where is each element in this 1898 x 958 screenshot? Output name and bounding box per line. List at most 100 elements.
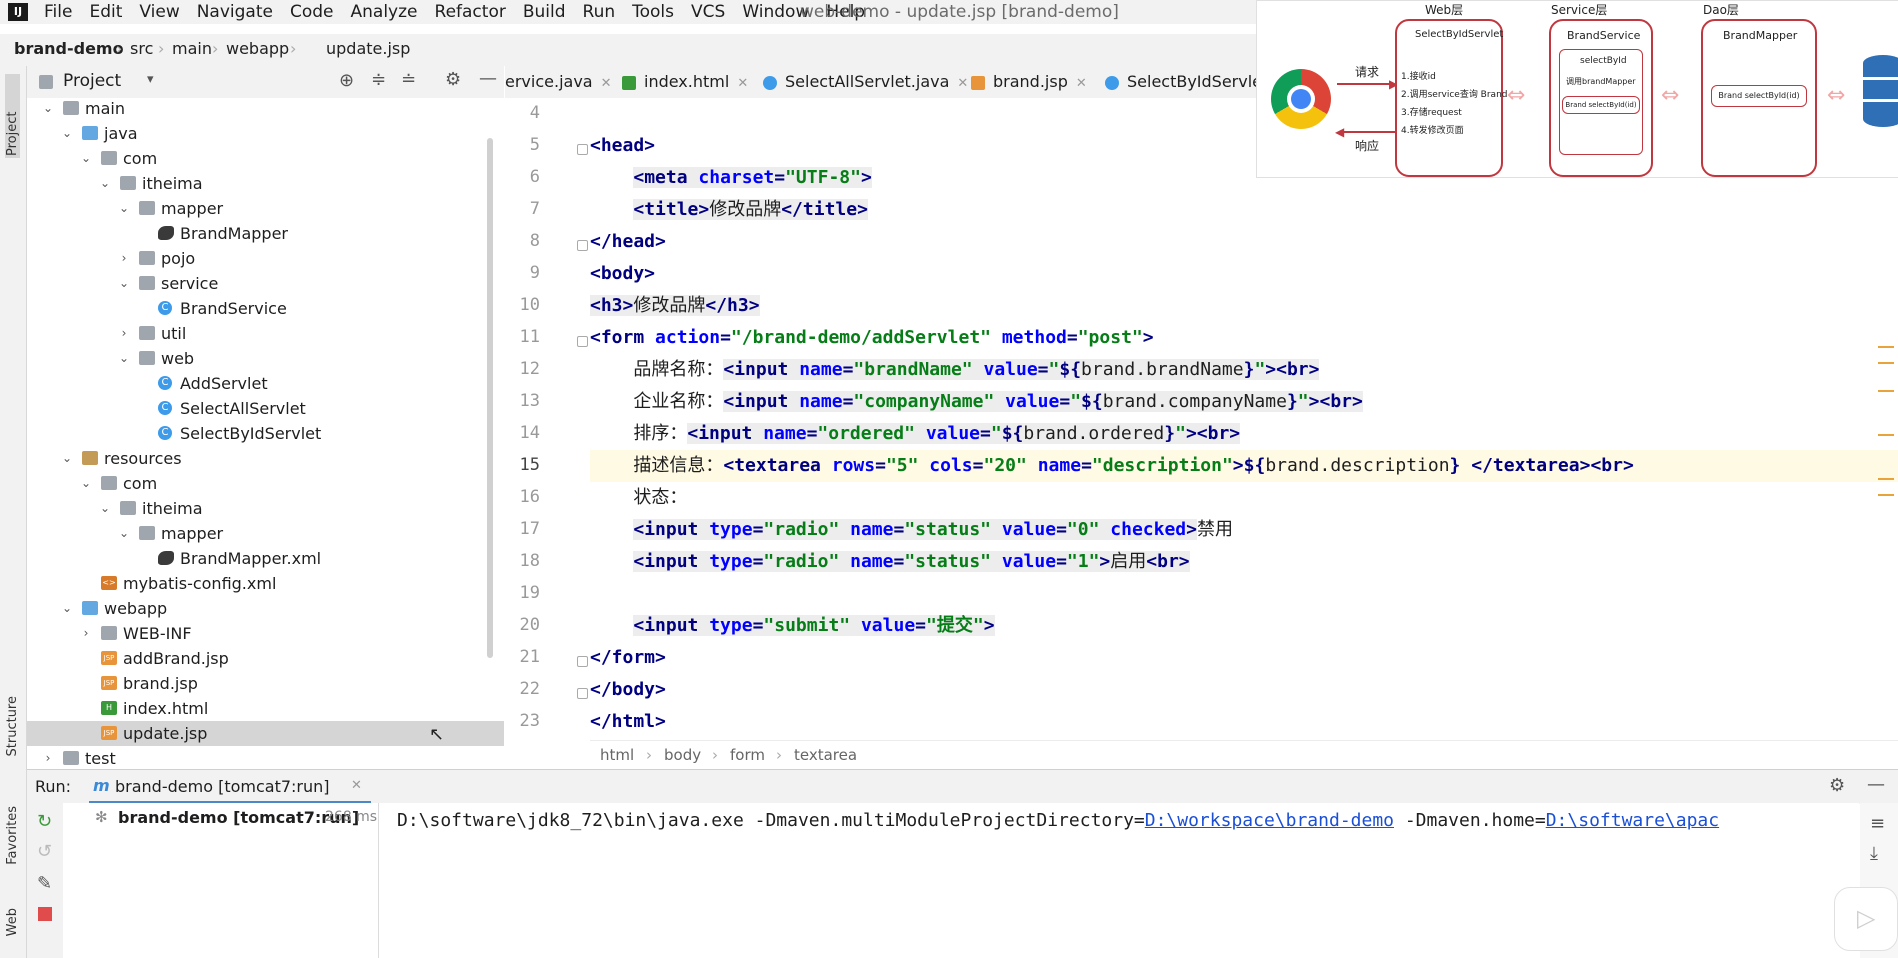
scroll-to-end-icon[interactable]: ⤓ <box>1870 843 1878 864</box>
locate-icon[interactable]: ⊕ <box>339 70 354 91</box>
tree-item[interactable]: › util <box>27 321 504 346</box>
console-link[interactable]: D:\workspace\brand-demo <box>1145 810 1394 831</box>
close-icon[interactable]: ✕ <box>737 76 748 91</box>
close-icon[interactable]: ✕ <box>351 778 362 793</box>
rerun-icon[interactable]: ↻ <box>37 811 52 832</box>
menu-code[interactable]: Code <box>282 0 343 24</box>
tree-item[interactable]: BrandMapper.xml <box>27 546 504 571</box>
tree-item[interactable]: ⌄ com <box>27 471 504 496</box>
error-stripe-marker[interactable] <box>1878 478 1894 480</box>
chevron-right-icon[interactable]: › <box>117 246 131 271</box>
crumb-webapp[interactable]: webapp <box>226 37 289 61</box>
crumb-html[interactable]: html <box>600 746 634 764</box>
tree-item[interactable]: ⌄ service <box>27 271 504 296</box>
chevron-down-icon[interactable]: ⌄ <box>60 121 74 146</box>
error-stripe-marker[interactable] <box>1878 346 1894 348</box>
collapse-all-icon[interactable]: ≐ <box>401 69 416 90</box>
chevron-down-icon[interactable]: ⌄ <box>98 171 112 196</box>
fold-marker-icon[interactable] <box>577 688 588 699</box>
fold-marker-icon[interactable] <box>577 336 588 347</box>
project-panel-title[interactable]: Project <box>63 71 121 91</box>
run-tab[interactable]: m brand-demo [tomcat7:run] ✕ <box>89 770 371 804</box>
fold-marker-icon[interactable] <box>577 144 588 155</box>
fold-marker-icon[interactable] <box>577 656 588 667</box>
console-output[interactable]: D:\software\jdk8_72\bin\java.exe -Dmaven… <box>379 803 1859 958</box>
fold-marker-icon[interactable] <box>577 240 588 251</box>
rerun-failed-icon[interactable]: ↺ <box>37 841 52 862</box>
gear-icon[interactable]: ⚙ <box>445 69 461 90</box>
menu-file[interactable]: File <box>36 0 81 24</box>
tree-item[interactable]: › pojo <box>27 246 504 271</box>
project-tool-button[interactable]: Project <box>5 74 20 158</box>
close-icon[interactable]: ✕ <box>957 76 968 91</box>
chevron-down-icon[interactable]: ⌄ <box>117 521 131 546</box>
chevron-down-icon[interactable]: ⌄ <box>79 471 93 496</box>
tree-item[interactable]: C SelectAllServlet <box>27 396 504 421</box>
structure-tool-button[interactable]: Structure <box>5 696 20 756</box>
tree-item[interactable]: ⌄ main <box>27 96 504 121</box>
menu-navigate[interactable]: Navigate <box>189 0 282 24</box>
tree-item[interactable]: › test <box>27 746 504 771</box>
hide-panel-icon[interactable]: — <box>479 68 497 89</box>
tree-scrollbar[interactable] <box>487 138 493 658</box>
gear-icon[interactable]: ⚙ <box>1829 775 1845 796</box>
tree-item[interactable]: <> mybatis-config.xml <box>27 571 504 596</box>
tree-item[interactable]: ⌄ mapper <box>27 196 504 221</box>
menu-vcs[interactable]: VCS <box>683 0 734 24</box>
chevron-down-icon[interactable]: ⌄ <box>98 496 112 521</box>
crumb-file[interactable]: update.jsp <box>326 37 410 61</box>
menu-analyze[interactable]: Analyze <box>343 0 427 24</box>
crumb-main[interactable]: main <box>172 37 212 61</box>
tab-service-java[interactable]: ervice.java ✕ <box>505 66 612 98</box>
tree-item[interactable]: ⌄ webapp <box>27 596 504 621</box>
chevron-down-icon[interactable]: ⌄ <box>41 96 55 121</box>
tab-selectallservlet[interactable]: SelectAllServlet.java ✕ <box>763 66 968 98</box>
tree-item[interactable]: C AddServlet <box>27 371 504 396</box>
menu-edit[interactable]: Edit <box>81 0 131 24</box>
close-icon[interactable]: ✕ <box>1076 76 1087 91</box>
tab-index-html[interactable]: index.html ✕ <box>622 66 748 98</box>
stop-icon[interactable] <box>38 907 52 921</box>
tree-item[interactable]: JSP brand.jsp <box>27 671 504 696</box>
web-tool-button[interactable]: Web <box>5 908 20 936</box>
chevron-right-icon[interactable]: › <box>41 746 55 771</box>
chevron-down-icon[interactable]: ⌄ <box>117 196 131 221</box>
soft-wrap-icon[interactable]: ≡ <box>1870 813 1885 834</box>
crumb-project[interactable]: brand-demo <box>14 37 124 61</box>
crumb-textarea[interactable]: textarea <box>794 746 857 764</box>
chevron-down-icon[interactable]: ▾ <box>147 72 154 87</box>
error-stripe-marker[interactable] <box>1878 434 1894 436</box>
tree-item[interactable]: C SelectByIdServlet <box>27 421 504 446</box>
menu-tools[interactable]: Tools <box>624 0 683 24</box>
chevron-down-icon[interactable]: ⌄ <box>117 271 131 296</box>
tree-item[interactable]: ⌄ resources <box>27 446 504 471</box>
menu-build[interactable]: Build <box>515 0 575 24</box>
chevron-right-icon[interactable]: › <box>117 321 131 346</box>
tree-item[interactable]: C BrandService <box>27 296 504 321</box>
chevron-down-icon[interactable]: ⌄ <box>117 346 131 371</box>
tree-item[interactable]: JSP addBrand.jsp <box>27 646 504 671</box>
menu-run[interactable]: Run <box>575 0 625 24</box>
chevron-down-icon[interactable]: ⌄ <box>60 446 74 471</box>
chevron-right-icon[interactable]: › <box>79 621 93 646</box>
tree-item[interactable]: ⌄ mapper <box>27 521 504 546</box>
tree-item[interactable]: ⌄ java <box>27 121 504 146</box>
chevron-down-icon[interactable]: ⌄ <box>79 146 93 171</box>
console-link[interactable]: D:\software\apac <box>1546 810 1719 831</box>
tree-item[interactable]: ⌄ web <box>27 346 504 371</box>
code-editor[interactable]: <head> <meta charset="UTF-8"> <title>修改品… <box>590 98 1898 738</box>
tab-selectbyidservlet[interactable]: SelectByIdServlet. <box>1105 66 1273 98</box>
wrench-icon[interactable]: ✎ <box>37 873 52 894</box>
menu-view[interactable]: View <box>131 0 188 24</box>
crumb-form[interactable]: form <box>730 746 765 764</box>
tree-item[interactable]: ⌄ itheima <box>27 496 504 521</box>
error-stripe-marker[interactable] <box>1878 494 1894 496</box>
tree-item[interactable]: › WEB-INF <box>27 621 504 646</box>
tree-item[interactable]: BrandMapper <box>27 221 504 246</box>
tab-brand-jsp[interactable]: brand.jsp ✕ <box>971 66 1087 98</box>
favorites-tool-button[interactable]: Favorites <box>5 806 20 865</box>
run-node-label[interactable]: brand-demo [tomcat7:run] <box>118 808 359 827</box>
video-play-button[interactable]: ▷ <box>1834 887 1898 951</box>
expand-all-icon[interactable]: ≑ <box>371 69 386 90</box>
tree-item[interactable]: ⌄ com <box>27 146 504 171</box>
